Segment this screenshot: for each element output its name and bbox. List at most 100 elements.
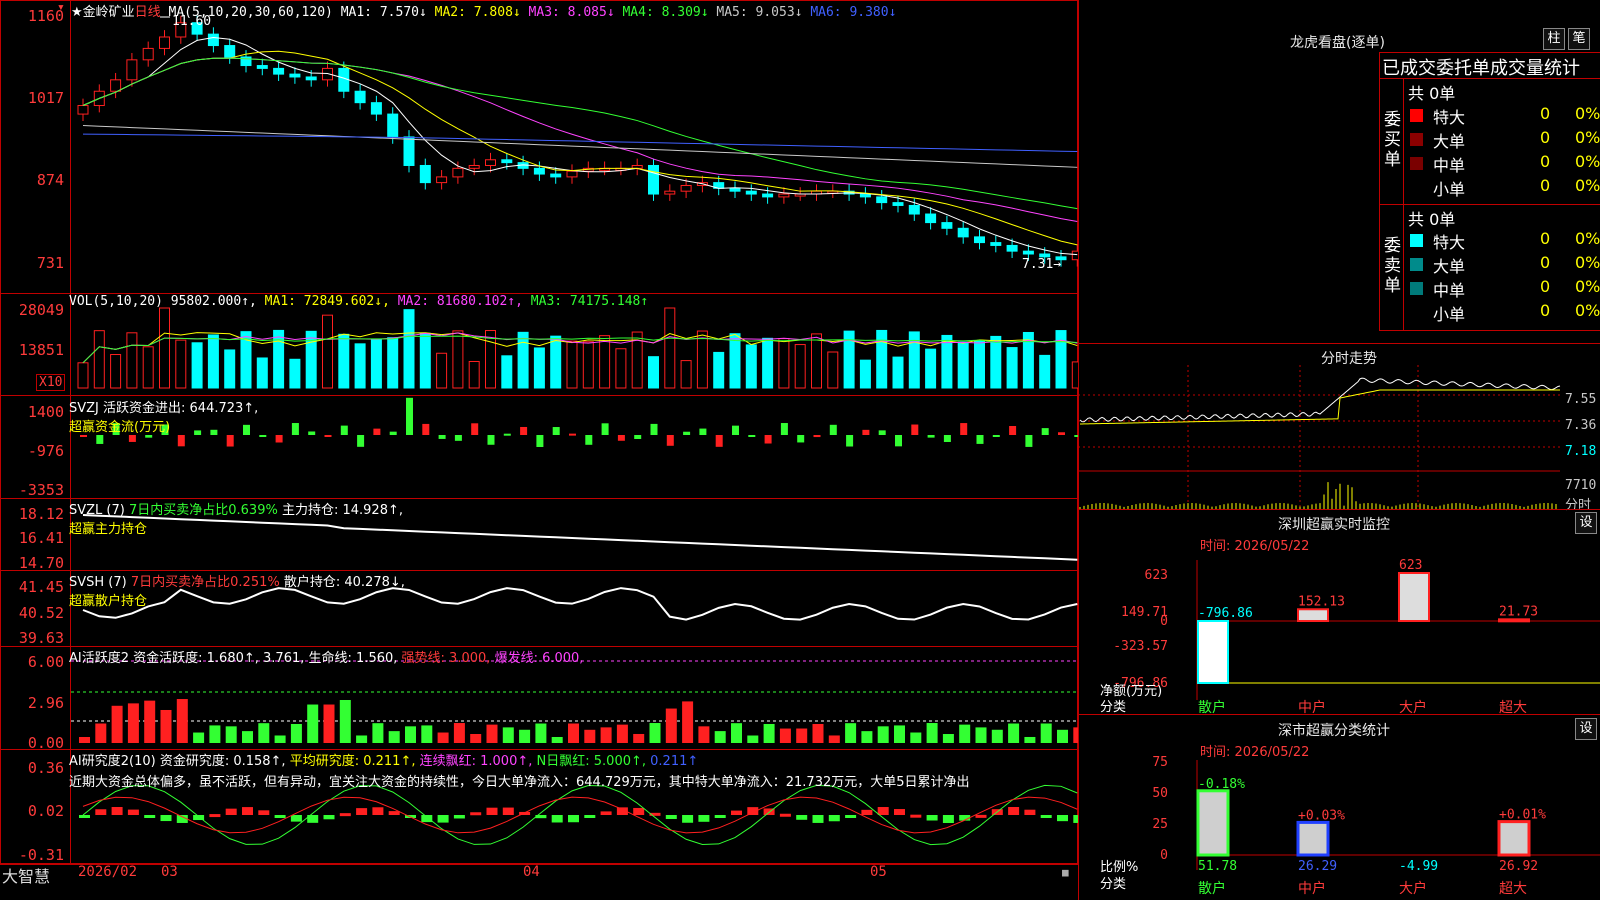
volume-bar	[925, 348, 937, 389]
vol-ma3: MA3: 74175.148↑	[530, 294, 649, 309]
svzl-header: SVZL (7) 7日内买卖净占比0.639% 主力持仓: 14.928↑, 超…	[69, 499, 403, 537]
volume-bar	[501, 355, 513, 389]
svzj-bar	[487, 435, 495, 445]
activity-bar	[144, 700, 156, 743]
svzj-bar	[1058, 432, 1065, 435]
volume-bar	[1055, 330, 1067, 389]
corner-marker: ▾	[57, 0, 65, 15]
activity-bar	[486, 724, 498, 743]
sell-row-2-pct: 0%	[1575, 277, 1600, 296]
sell-row-3-swatch	[1410, 306, 1423, 319]
buy-row-2-count: 0	[1540, 152, 1551, 171]
candle-body	[745, 190, 757, 195]
volume-bar	[729, 333, 741, 389]
vol-ma1: MA1: 72849.602↓,	[264, 294, 390, 309]
svzj-bar	[1025, 435, 1033, 447]
sell-row-2-count: 0	[1540, 277, 1551, 296]
svzj-bar	[422, 423, 430, 435]
candle-body	[436, 176, 448, 184]
svzj-bar	[797, 435, 805, 443]
activity-bar	[682, 701, 694, 743]
activity-bar	[698, 726, 710, 743]
volume-bar	[485, 330, 496, 389]
activity-bar	[193, 732, 205, 743]
research-bar	[323, 815, 335, 820]
monitor-title: 深圳超赢实时监控	[1278, 517, 1390, 533]
activity-bar	[307, 704, 319, 743]
research-bar	[1057, 815, 1068, 822]
volume-bar	[990, 335, 1002, 389]
svzj-bar	[128, 435, 136, 442]
ai1-axis-bot: 0.00	[27, 734, 64, 752]
bar-view-button[interactable]: 柱	[1543, 28, 1565, 50]
research-bar	[160, 815, 172, 822]
svsh-axis-mid: 40.52	[18, 604, 64, 622]
dragon-divider	[1379, 78, 1600, 79]
activity-bar	[79, 737, 90, 743]
intraday-axis-vol: 7710	[1565, 478, 1597, 493]
candle-body	[110, 79, 122, 92]
activity-bar	[551, 736, 563, 743]
activity-bar	[991, 729, 1003, 743]
research-bar	[1024, 809, 1036, 815]
volume-bar	[550, 335, 562, 389]
volume-bar	[696, 330, 708, 389]
monitor-settings-button[interactable]: 设	[1575, 512, 1597, 534]
svzj-bar	[552, 427, 560, 435]
activity-bar	[812, 724, 824, 743]
buy-row-0-swatch	[1410, 109, 1423, 122]
svzj-bar	[699, 428, 707, 435]
svzj-bar	[634, 435, 642, 439]
stock-name: ★金岭矿业	[71, 5, 135, 20]
svzj-bar	[829, 424, 837, 435]
research-bar	[388, 811, 400, 815]
volume-header: VOL(5,10,20) 95802.000↑, MA1: 72849.602↓…	[69, 294, 648, 309]
svzj-bar	[177, 435, 185, 447]
dragon-title: 龙虎看盘(逐单)	[1290, 35, 1385, 51]
activity-bar	[242, 731, 253, 743]
activity-bar	[731, 723, 742, 743]
candle-body	[403, 136, 415, 166]
activity-bar	[584, 729, 596, 743]
volume-bar	[77, 362, 89, 389]
buy-row-0-label: 特大	[1433, 108, 1466, 127]
research-bar	[225, 808, 237, 815]
svzj-bar	[585, 435, 593, 445]
candle-body	[485, 159, 496, 166]
ma4-line	[82, 57, 1078, 210]
research-bar	[437, 815, 449, 823]
activity-bar	[763, 723, 775, 743]
classify-xlabel: 分类	[1100, 877, 1127, 892]
buy-row-0-count: 0	[1540, 104, 1551, 123]
volume-bar	[419, 332, 431, 389]
svzj-axis-top: 1400	[27, 403, 64, 421]
activity-bar	[127, 703, 139, 743]
intraday-title: 分时走势	[1321, 351, 1377, 367]
research-bar	[258, 810, 270, 815]
activity-bar	[502, 727, 514, 743]
ai2-l5: 0.211↑	[650, 754, 699, 769]
svzj-bar	[715, 435, 723, 447]
classify-panel	[1078, 714, 1600, 900]
research-bar	[453, 815, 465, 819]
tick-view-button[interactable]: 笔	[1568, 28, 1590, 50]
svzj-bar	[291, 423, 299, 435]
activity-bar	[926, 723, 938, 743]
svzj-bar	[520, 426, 528, 435]
volume-bar	[207, 334, 219, 389]
svzj-bar	[438, 435, 446, 439]
research-bar	[584, 815, 596, 818]
sell-row-0-label: 特大	[1433, 233, 1466, 252]
volume-bar	[713, 351, 725, 389]
monitor-xlabel: 分类	[1100, 700, 1127, 715]
svzj-bar	[943, 435, 951, 442]
lock-icon[interactable]: ■	[1062, 866, 1069, 879]
svzj-bar	[389, 431, 397, 435]
svzj-bar	[895, 435, 902, 447]
classify-settings-button[interactable]: 设	[1575, 718, 1597, 740]
research-bar	[779, 813, 791, 817]
candle-body	[550, 173, 562, 178]
svzj-bar	[454, 435, 462, 441]
research-bar	[242, 807, 253, 815]
candle-body	[957, 227, 969, 238]
